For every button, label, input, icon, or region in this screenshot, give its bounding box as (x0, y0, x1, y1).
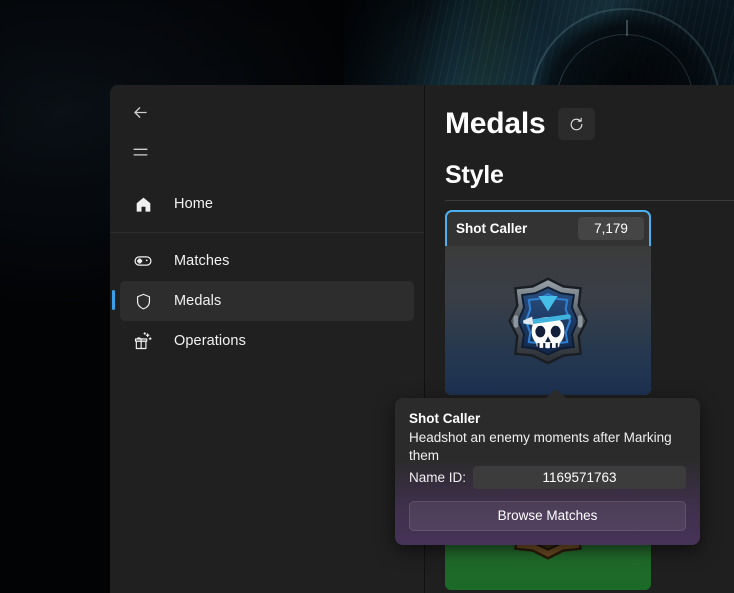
browse-matches-button[interactable]: Browse Matches (409, 500, 686, 531)
shield-icon (132, 290, 154, 312)
sidebar-divider (110, 232, 424, 233)
sidebar-item-label: Matches (174, 253, 230, 269)
tooltip-id-label: Name ID: (409, 469, 467, 485)
medal-card-shot-caller[interactable]: Shot Caller 7,179 (445, 210, 651, 395)
tooltip-id-row: Name ID: 1169571763 (409, 465, 686, 489)
sidebar-nav-list: Home Matches Medals Operations (110, 184, 424, 361)
sidebar-item-medals[interactable]: Medals (112, 281, 414, 321)
gift-sparkle-icon (132, 330, 154, 352)
sidebar-item-operations[interactable]: Operations (120, 321, 414, 361)
page-title: Medals (445, 107, 546, 140)
sidebar-item-label: Medals (174, 293, 222, 309)
sidebar: Home Matches Medals Operations (110, 85, 424, 593)
medal-art-skull-blue (508, 276, 588, 365)
sidebar-item-label: Home (174, 196, 214, 212)
hamburger-menu-icon (132, 148, 148, 156)
tooltip-id-value: 1169571763 (473, 465, 686, 489)
tooltip-title: Shot Caller (409, 411, 481, 426)
medal-count-badge: 7,179 (578, 216, 644, 240)
medal-tooltip: Shot Caller Headshot an enemy moments af… (395, 398, 700, 545)
section-title: Style (445, 161, 504, 189)
sidebar-item-home[interactable]: Home (120, 184, 414, 224)
menu-button[interactable] (120, 134, 160, 170)
refresh-button[interactable] (557, 108, 595, 140)
medal-name: Shot Caller (456, 220, 528, 236)
sidebar-item-label: Operations (174, 333, 246, 349)
refresh-icon (570, 117, 582, 130)
home-icon (132, 193, 154, 215)
sidebar-item-matches[interactable]: Matches (120, 241, 414, 281)
back-button[interactable] (120, 94, 160, 130)
gamepad-icon (132, 250, 154, 272)
page-header: Medals (445, 107, 734, 141)
medal-card-header: Shot Caller 7,179 (445, 210, 651, 246)
tooltip-description: Headshot an enemy moments after Marking … (409, 430, 672, 463)
tooltip-pointer (545, 389, 567, 399)
medal-card-body (445, 246, 651, 395)
back-arrow-icon (133, 106, 147, 118)
section-divider (445, 200, 734, 201)
